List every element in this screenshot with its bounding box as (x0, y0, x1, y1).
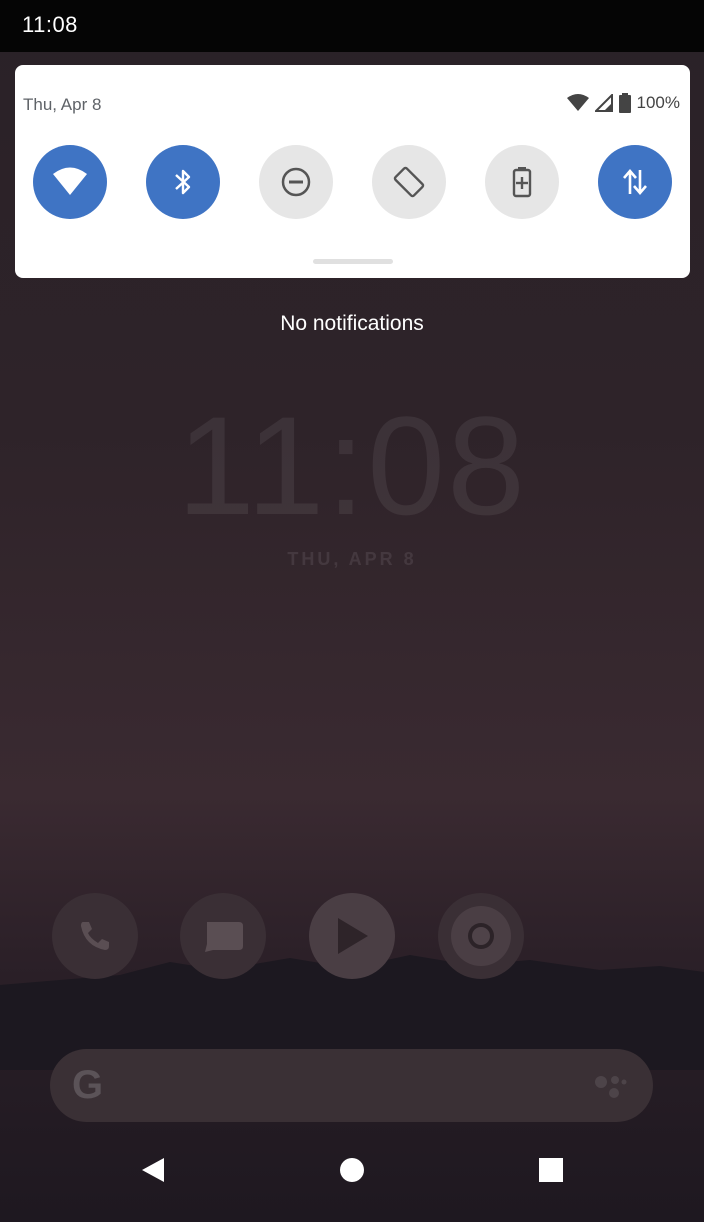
status-bar: 11:08 (0, 0, 704, 52)
do-not-disturb-icon (281, 167, 311, 197)
quick-settings-panel: Thu, Apr 8 100% (15, 65, 690, 278)
recents-icon (539, 1158, 563, 1182)
back-button[interactable] (133, 1150, 173, 1190)
messages-app-icon[interactable] (180, 893, 266, 979)
recents-button[interactable] (531, 1150, 571, 1190)
mobile-data-tile[interactable] (598, 145, 672, 219)
bluetooth-icon (175, 169, 191, 195)
home-screen: 11:08 Thu, Apr 8 100% No notifications 1… (0, 0, 704, 1222)
auto-rotate-icon (393, 166, 425, 198)
home-icon (340, 1158, 364, 1182)
chrome-app-icon[interactable] (438, 893, 524, 979)
battery-saver-icon (512, 167, 532, 198)
wifi-icon (53, 167, 87, 195)
wifi-signal-icon (566, 94, 589, 111)
google-search-bar[interactable]: G (50, 1049, 653, 1122)
google-logo: G (72, 1063, 104, 1107)
cell-signal-icon (594, 94, 613, 112)
qs-drag-handle[interactable] (313, 259, 393, 264)
wifi-tile[interactable] (33, 145, 107, 219)
status-time: 11:08 (22, 12, 78, 37)
battery-percent: 100% (636, 93, 680, 112)
qs-status-icons: 100% (566, 93, 680, 113)
do-not-disturb-tile[interactable] (259, 145, 333, 219)
bluetooth-tile[interactable] (146, 145, 220, 219)
qs-date[interactable]: Thu, Apr 8 (23, 95, 101, 115)
home-button[interactable] (332, 1150, 372, 1190)
phone-icon (81, 922, 109, 950)
lock-date: THU, APR 8 (287, 549, 417, 569)
play-store-icon (338, 918, 368, 954)
mobile-data-icon (623, 169, 647, 195)
back-icon (142, 1158, 164, 1182)
lock-clock: 11:08 (177, 387, 527, 544)
assistant-icon[interactable] (593, 1071, 627, 1101)
play-store-app-icon[interactable] (309, 893, 395, 979)
auto-rotate-tile[interactable] (372, 145, 446, 219)
battery-saver-tile[interactable] (485, 145, 559, 219)
messages-icon (205, 922, 243, 952)
phone-app-icon[interactable] (52, 893, 138, 979)
no-notifications-text: No notifications (280, 312, 424, 335)
battery-icon (618, 93, 631, 113)
chrome-icon (451, 906, 511, 966)
